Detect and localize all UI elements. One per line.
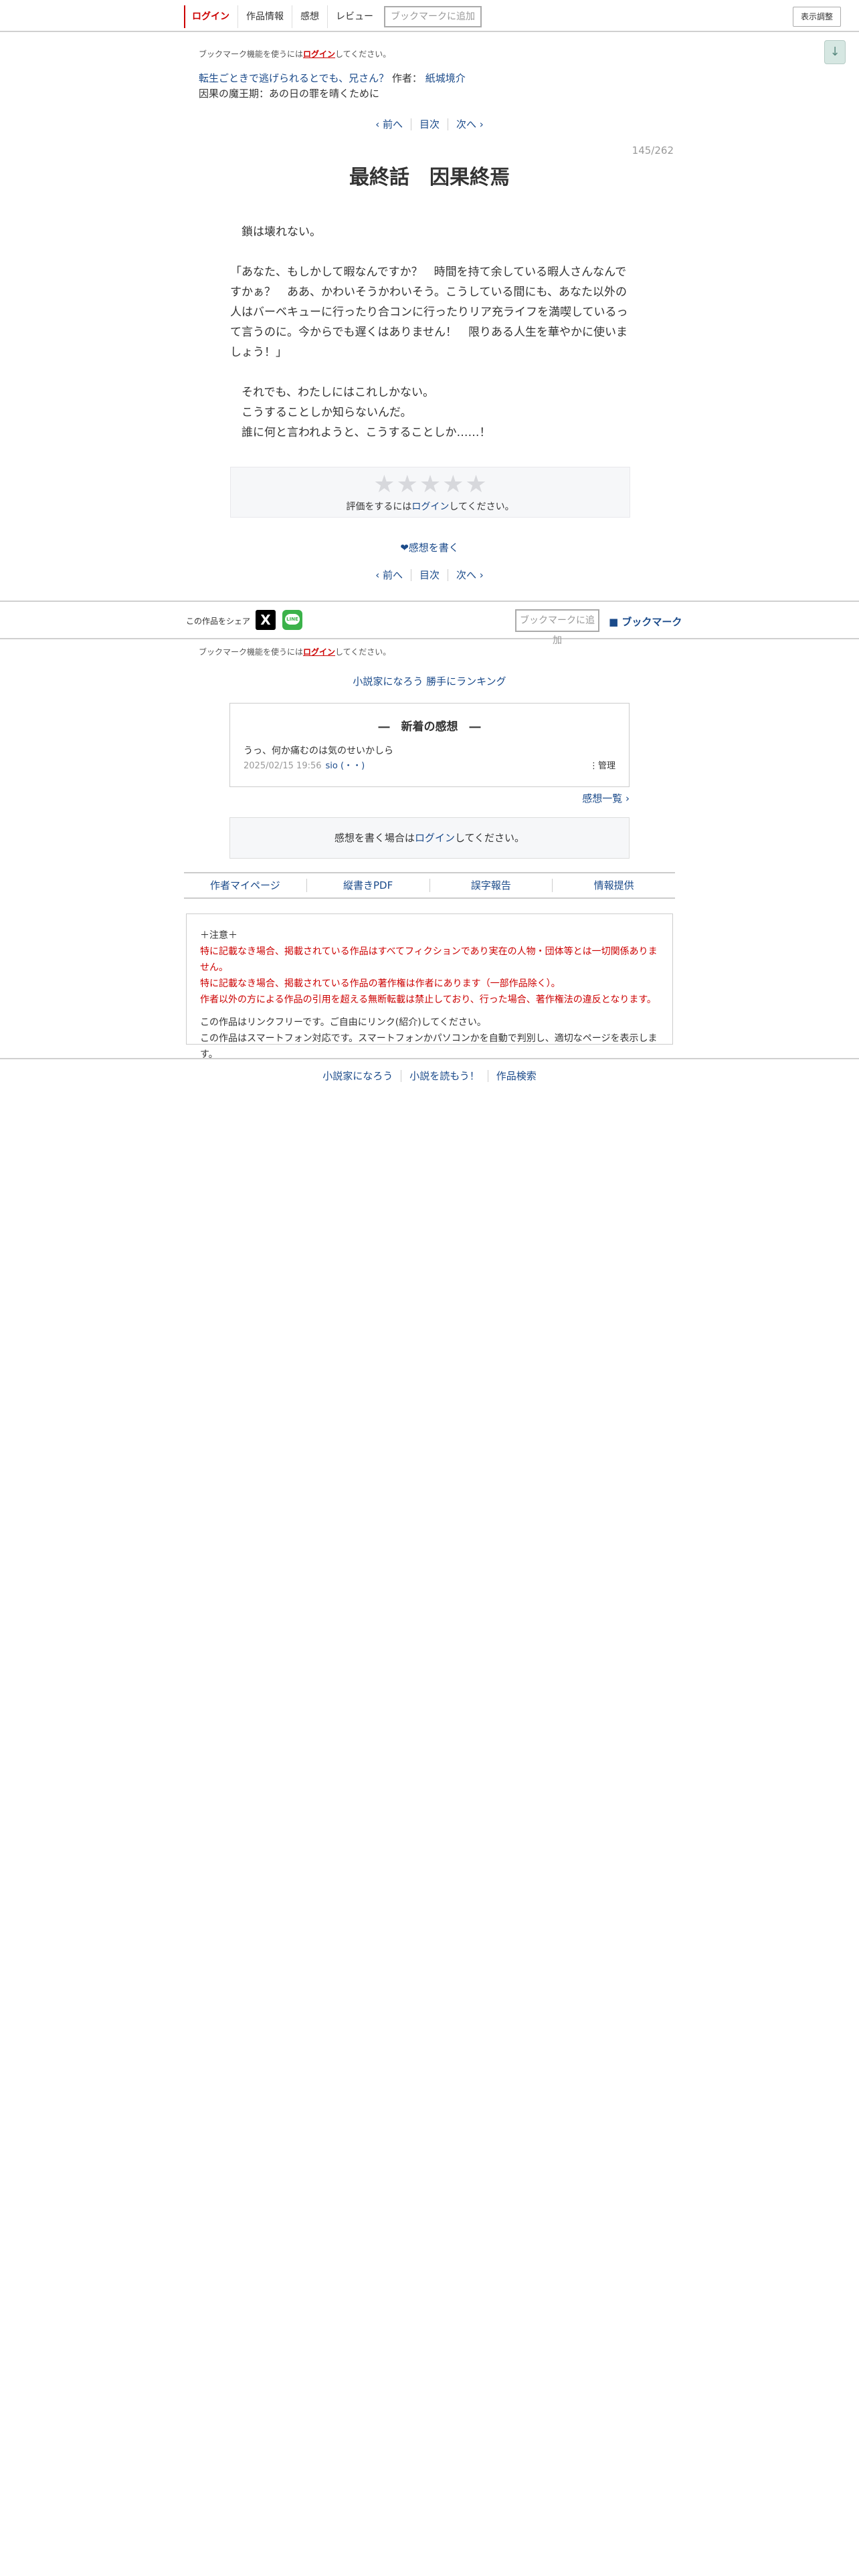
body-paragraph: 「あなた、もしかして暇なんですか？ 時間を持て余している暇人さんなんですかぁ？ …: [230, 265, 628, 359]
bottom-divider: [0, 1058, 859, 1059]
arrow-down-icon: ↓: [830, 45, 840, 59]
toc-link[interactable]: 目次: [410, 569, 448, 581]
page-number: 145/262: [632, 144, 674, 156]
rating-notice: 評価をするにはログインしてください。: [346, 502, 514, 512]
top-nav: ログイン 作品情報 感想 レビュー ブックマークに追加: [184, 5, 482, 28]
review-login-link[interactable]: ログイン: [415, 832, 455, 844]
review-manage-button[interactable]: ⋮管理: [589, 758, 615, 771]
latest-review-text[interactable]: うっ、何か痛むのは気のせいかしら: [244, 744, 393, 757]
series-title-link[interactable]: 転生ごときで逃げられるとでも、兄さん？: [199, 72, 389, 84]
display-settings-button[interactable]: 表示調整: [793, 7, 841, 27]
bottom-links: 小説家になろう 小説を読もう！ 作品検索: [0, 1070, 859, 1082]
bookmark-link[interactable]: ■ ブックマーク: [609, 615, 682, 629]
info-report-link[interactable]: 情報提供: [552, 879, 675, 892]
vertical-pdf-link[interactable]: 縦書きPDF: [306, 879, 430, 892]
star-icon[interactable]: ★: [465, 471, 486, 498]
rating-box: ★ ★ ★ ★ ★ 評価をするにはログインしてください。: [230, 467, 630, 518]
body-paragraph: 誰に何と言われようと、こうすることしか……！: [230, 426, 491, 439]
bookmark-login-link[interactable]: ログイン: [303, 647, 335, 657]
body-paragraph: [230, 242, 632, 262]
x-share-icon[interactable]: X: [256, 610, 276, 630]
work-info-link[interactable]: 作品情報: [237, 5, 292, 28]
share-bar: この作品をシェア X LINE ブックマークに追加 ■ ブックマーク: [0, 601, 859, 646]
share-label: この作品をシェア: [186, 617, 251, 626]
work-search-link[interactable]: 作品検索: [487, 1070, 545, 1082]
prev-link[interactable]: ‹ 前へ: [367, 569, 411, 581]
body-paragraph: それでも、わたしにはこれしかない。: [230, 386, 434, 399]
review-author-link[interactable]: sio (・・): [326, 761, 365, 771]
chapter-title: 因果の魔王期：あの日の罪を晴くために: [199, 88, 380, 100]
review-list-link[interactable]: 感想一覧 ›: [582, 791, 630, 805]
star-icon[interactable]: ★: [397, 471, 418, 498]
star-icon[interactable]: ★: [442, 471, 464, 498]
pager-top: ‹ 前へ 目次 次へ ›: [0, 118, 859, 130]
review-link[interactable]: レビュー: [327, 5, 381, 28]
latest-review-box: ― 新着の感想 ― うっ、何か痛むのは気のせいかしら 2025/02/15 19…: [229, 703, 630, 787]
notice-box: ＋注意＋ 特に記載なき場合、掲載されている作品はすべてフィクションであり実在の人…: [186, 914, 673, 1060]
latest-review-meta: 2025/02/15 19:56 sio (・・): [244, 758, 365, 771]
next-link[interactable]: 次へ ›: [448, 118, 492, 130]
episode-title: 最終話 因果終焉: [349, 166, 510, 189]
rating-login-link[interactable]: ログイン: [411, 502, 449, 512]
review-login-box: 感想を書く場合はログインしてください。: [229, 817, 630, 859]
pager-bottom: ‹ 前へ 目次 次へ ›: [0, 569, 859, 581]
write-review-link[interactable]: ❤感想を書く: [0, 540, 859, 554]
bookmark-login-link[interactable]: ログイン: [303, 49, 335, 59]
yomou-link[interactable]: 小説を読もう！: [401, 1070, 488, 1082]
star-icon[interactable]: ★: [419, 471, 441, 498]
top-nav-bar: ログイン 作品情報 感想 レビュー ブックマークに追加 表示調整: [0, 0, 859, 32]
toc-link[interactable]: 目次: [410, 118, 448, 130]
notice-line: この作品はリンクフリーです。ご自由にリンク(紹介)してください。: [200, 1017, 486, 1028]
narou-link[interactable]: 小説家になろう: [314, 1070, 401, 1082]
author-link[interactable]: 紙城境介: [425, 72, 466, 84]
notice-red-line: 特に記載なき場合、掲載されている作品はすべてフィクションであり実在の人物・団体等…: [200, 946, 658, 973]
typo-report-link[interactable]: 誤字報告: [429, 879, 553, 892]
latest-review-heading: ― 新着の感想 ―: [378, 720, 481, 734]
line-share-icon[interactable]: LINE: [282, 610, 302, 630]
impressions-link[interactable]: 感想: [292, 5, 327, 28]
bookmark-notice: ブックマーク機能を使うにはログインしてください。: [199, 49, 391, 59]
login-link[interactable]: ログイン: [184, 5, 237, 28]
notice-red-line: 作者以外の方による作品の引用を超える無断転載は禁止しており、行った場合、著作権法…: [200, 994, 656, 1005]
series-info: 転生ごときで逃げられるとでも、兄さん？ 作者： 紙城境介: [199, 71, 466, 85]
body-paragraph: こうすることしか知らないんだ。: [230, 406, 412, 419]
notice-heading: ＋注意＋: [200, 930, 237, 941]
notice-red-line: 特に記載なき場合、掲載されている作品の著作権は作者にあります（一部作品除く）。: [200, 978, 561, 989]
next-link[interactable]: 次へ ›: [448, 569, 492, 581]
episode-body: 鎖は壊れない。 「あなた、もしかして暇なんですか？ 時間を持て余している暇人さん…: [230, 222, 632, 443]
review-date: 2025/02/15 19:56: [244, 761, 322, 771]
rating-stars: ★ ★ ★ ★ ★: [231, 471, 630, 498]
scroll-down-button[interactable]: ↓: [824, 40, 846, 64]
author-mypage-link[interactable]: 作者マイページ: [184, 879, 306, 892]
body-paragraph: 鎖は壊れない。: [230, 225, 321, 239]
author-label: 作者：: [391, 72, 422, 84]
body-paragraph: [230, 362, 632, 383]
add-bookmark-button[interactable]: ブックマークに追加: [384, 6, 482, 27]
prev-link[interactable]: ‹ 前へ: [367, 118, 411, 130]
work-footer-links: 作者マイページ 縦書きPDF 誤字報告 情報提供: [184, 872, 675, 899]
add-bookmark-button[interactable]: ブックマークに追加: [515, 609, 599, 646]
bookmark-notice: ブックマーク機能を使うにはログインしてください。: [199, 647, 391, 657]
ranking-link[interactable]: 小説家になろう 勝手にランキング: [0, 674, 859, 688]
star-icon[interactable]: ★: [373, 471, 395, 498]
